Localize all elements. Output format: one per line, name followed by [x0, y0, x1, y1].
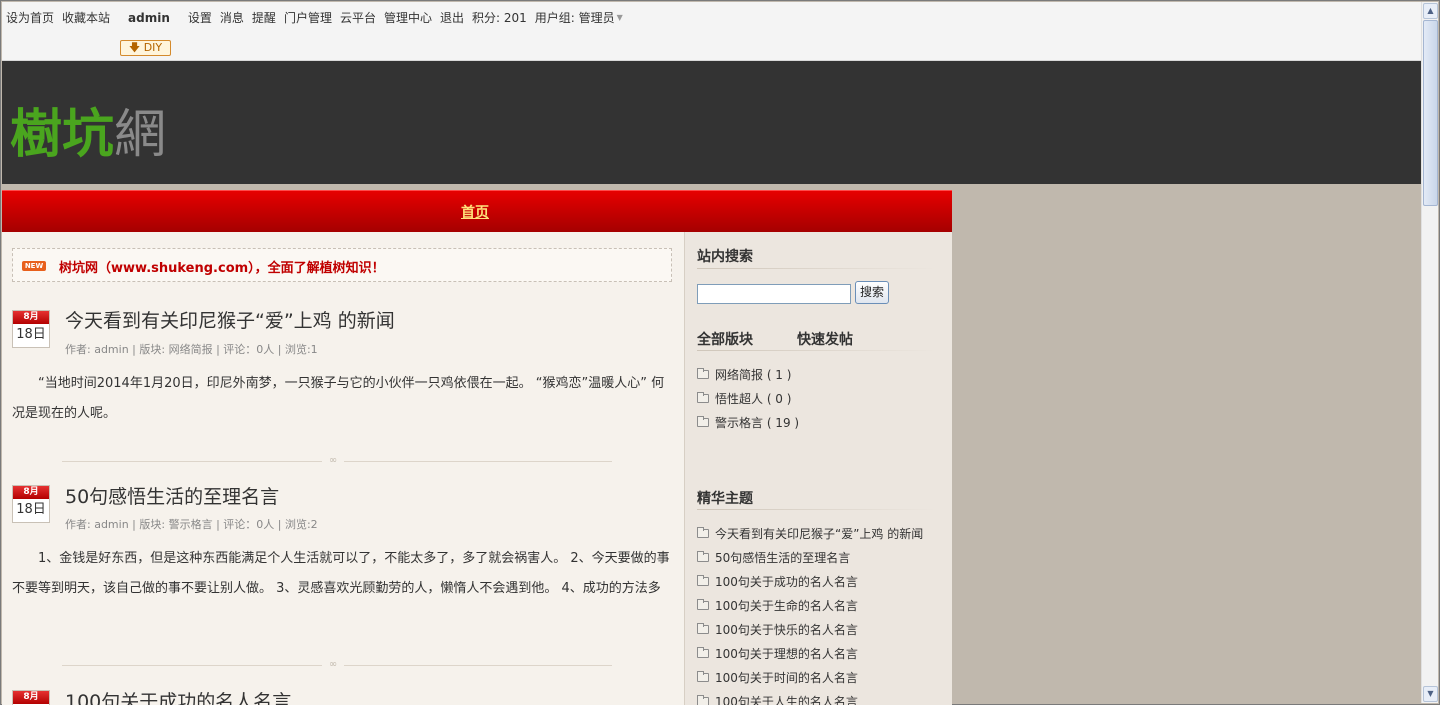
folder-icon — [697, 526, 709, 538]
post-month: 8月 — [13, 311, 49, 324]
list-item[interactable]: 悟性超人 ( 0 ) — [697, 386, 799, 410]
featured-list: 今天看到有关印尼猴子“爱”上鸡 的新闻 50句感悟生活的至理名言 100句关于成… — [697, 521, 923, 705]
main-content: NEW 树坑网（www.shukeng.com），全面了解植树知识！ 8月 18… — [2, 232, 684, 705]
folder-icon — [697, 367, 709, 379]
diy-button[interactable]: 🡇 DIY — [120, 40, 171, 56]
post-title[interactable]: 今天看到有关印尼猴子“爱”上鸡 的新闻 — [65, 306, 395, 333]
top-toolbar: 设为首页 收藏本站 admin 设置 消息 提醒 门户管理 云平台 管理中心 退… — [2, 2, 1421, 61]
list-item[interactable]: 50句感悟生活的至理名言 — [697, 545, 923, 569]
reminders-link[interactable]: 提醒 — [252, 9, 276, 26]
admin-center-link[interactable]: 管理中心 — [384, 9, 432, 26]
points-label[interactable]: 积分: 201 — [472, 9, 527, 26]
post-title[interactable]: 100句关于成功的名人名言 — [65, 687, 291, 705]
username-link[interactable]: admin — [128, 11, 170, 25]
post-separator: ∞ — [62, 455, 612, 467]
list-item[interactable]: 100句关于人生的名人名言 — [697, 689, 923, 705]
folder-icon — [697, 694, 709, 705]
folder-icon — [697, 598, 709, 610]
vertical-scrollbar[interactable]: ▲ ▼ — [1421, 2, 1438, 703]
post-title[interactable]: 50句感悟生活的至理名言 — [65, 482, 279, 509]
nav-home-link[interactable]: 首页 — [461, 202, 489, 222]
logo-gray-text: 網 — [114, 105, 167, 165]
list-item[interactable]: 100句关于生命的名人名言 — [697, 593, 923, 617]
scroll-thumb[interactable] — [1423, 20, 1438, 206]
sidebar: 站内搜索 搜索 全部版块 快速发帖 网络简报 ( 1 ) 悟性超人 ( 0 ) … — [684, 232, 952, 705]
folder-icon — [697, 415, 709, 427]
main-nav: 首页 — [2, 190, 952, 232]
folder-icon — [697, 550, 709, 562]
list-item[interactable]: 100句关于成功的名人名言 — [697, 569, 923, 593]
scroll-down-arrow-icon[interactable]: ▼ — [1423, 686, 1438, 702]
quick-post-title[interactable]: 快速发帖 — [797, 329, 853, 349]
folder-icon — [697, 646, 709, 658]
list-item[interactable]: 100句关于时间的名人名言 — [697, 665, 923, 689]
list-item[interactable]: 100句关于理想的名人名言 — [697, 641, 923, 665]
settings-link[interactable]: 设置 — [188, 9, 212, 26]
bookmark-site-link[interactable]: 收藏本站 — [62, 9, 110, 26]
list-item[interactable]: 今天看到有关印尼猴子“爱”上鸡 的新闻 — [697, 521, 923, 545]
post-excerpt: 1、金钱是好东西，但是这种东西能满足个人生活就可以了，不能太多了，多了就会祸害人… — [12, 551, 670, 596]
post-month: 8月 — [13, 486, 49, 499]
logout-link[interactable]: 退出 — [440, 9, 464, 26]
post-date-badge: 8月 18日 — [12, 310, 50, 348]
all-boards-title[interactable]: 全部版块 — [697, 329, 753, 349]
list-item[interactable]: 警示格言 ( 19 ) — [697, 410, 799, 434]
search-input[interactable] — [697, 284, 851, 304]
divider — [697, 509, 937, 510]
folder-icon — [697, 391, 709, 403]
site-header: 樹坑網 — [2, 61, 1421, 184]
set-homepage-link[interactable]: 设为首页 — [6, 9, 54, 26]
post-month: 8月 — [13, 691, 49, 704]
post-day: 18日 — [16, 327, 46, 342]
search-section-title: 站内搜索 — [697, 249, 753, 265]
post-date-badge: 8月 18日 — [12, 485, 50, 523]
board-list: 网络简报 ( 1 ) 悟性超人 ( 0 ) 警示格言 ( 19 ) — [697, 362, 799, 434]
separator-knot-icon: ∞ — [322, 659, 344, 671]
usergroup-chevron-down-icon[interactable]: ▼ — [617, 13, 623, 22]
post-meta: 作者: admin | 版块: 警示格言 | 评论：0人 | 浏览:2 — [65, 518, 318, 531]
post-date-badge: 8月 — [12, 690, 50, 705]
diy-label: DIY — [143, 41, 163, 54]
logo-green-text: 樹坑 — [10, 104, 115, 165]
notice-text[interactable]: 树坑网（www.shukeng.com），全面了解植树知识！ — [59, 257, 385, 276]
post-separator: ∞ — [62, 659, 612, 671]
folder-icon — [697, 574, 709, 586]
list-item[interactable]: 网络简报 ( 1 ) — [697, 362, 799, 386]
messages-link[interactable]: 消息 — [220, 9, 244, 26]
folder-icon — [697, 622, 709, 634]
new-badge-icon: NEW — [22, 261, 46, 271]
search-button[interactable]: 搜索 — [855, 281, 889, 304]
scroll-up-arrow-icon[interactable]: ▲ — [1423, 3, 1438, 19]
post-day: 18日 — [16, 502, 46, 517]
notice-bar: NEW 树坑网（www.shukeng.com），全面了解植树知识！ — [12, 248, 672, 282]
folder-icon — [697, 670, 709, 682]
divider — [697, 350, 937, 351]
list-item[interactable]: 100句关于快乐的名人名言 — [697, 617, 923, 641]
divider — [697, 268, 937, 269]
usergroup-label[interactable]: 用户组: 管理员 — [535, 9, 615, 26]
cloud-platform-link[interactable]: 云平台 — [340, 9, 376, 26]
featured-section-title: 精华主题 — [697, 491, 753, 507]
post-excerpt: “当地时间2014年1月20日，印尼外南梦，一只猴子与它的小伙伴一只鸡依偎在一起… — [12, 376, 665, 421]
arrow-down-icon: 🡇 — [128, 41, 141, 54]
portal-admin-link[interactable]: 门户管理 — [284, 9, 332, 26]
site-logo[interactable]: 樹坑網 — [10, 104, 167, 166]
separator-knot-icon: ∞ — [322, 455, 344, 467]
post-meta: 作者: admin | 版块: 网络简报 | 评论：0人 | 浏览:1 — [65, 343, 318, 356]
